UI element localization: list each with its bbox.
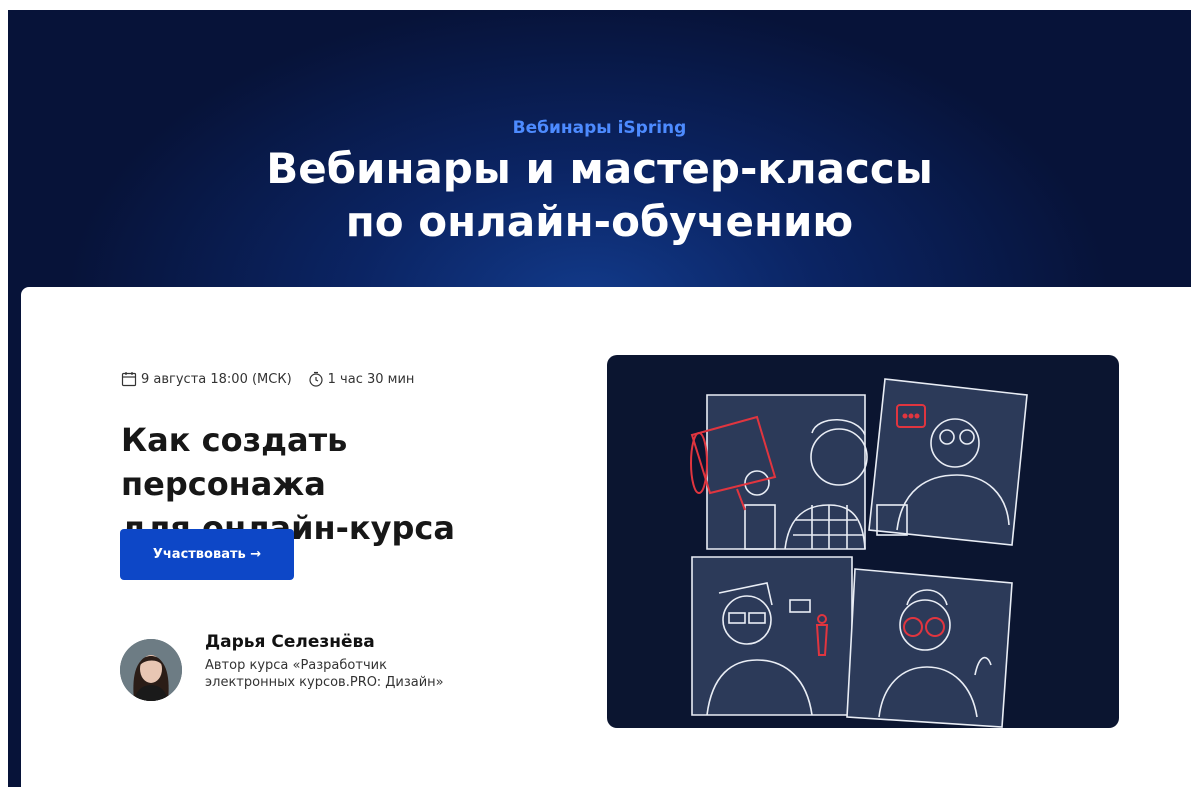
event-title-line-1: Как создать персонажа [121,421,348,503]
event-meta: 9 августа 18:00 (МСК) 1 час 30 мин [121,371,414,387]
hero-title: Вебинары и мастер-классы по онлайн-обуче… [8,142,1191,248]
speaker-name: Дарья Селезнёва [205,632,375,652]
hero-title-line-2: по онлайн-обучению [345,197,854,246]
event-date: 9 августа 18:00 (МСК) [141,371,292,387]
participate-button[interactable]: Участвовать → [120,529,294,580]
hero-eyebrow[interactable]: Вебинары iSpring [8,118,1191,138]
webinar-illustration [607,355,1119,728]
hero-title-line-1: Вебинары и мастер-классы [266,144,933,193]
webinar-card: 9 августа 18:00 (МСК) 1 час 30 мин Как с… [21,287,1191,797]
speaker-avatar [120,639,182,701]
calendar-icon [121,371,137,387]
timer-icon [308,371,324,387]
speaker-role: Автор курса «Разработчик электронных кур… [205,658,444,690]
event-duration: 1 час 30 мин [327,371,415,387]
